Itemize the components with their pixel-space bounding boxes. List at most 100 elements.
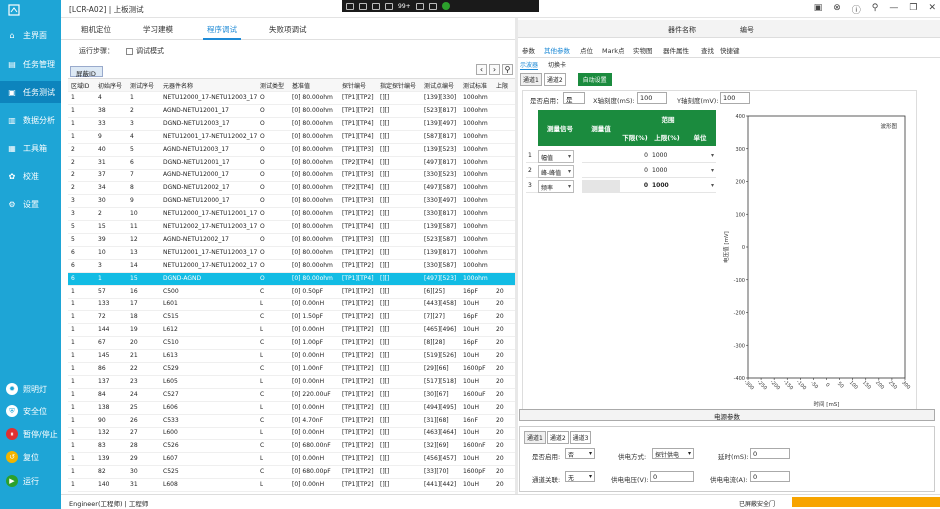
splitter[interactable]	[515, 18, 518, 494]
ps-delay-input[interactable]: 0	[750, 448, 790, 459]
table-row[interactable]: 3 30 9 DGND-NETU12000_17 O [0] 80.00ohm [TP1][…	[68, 195, 515, 209]
tab-fail-debug[interactable]: 失败项调试	[269, 24, 307, 35]
measure-signal-select[interactable]: 峰-峰值	[538, 165, 574, 178]
sheet-tab[interactable]: 屏蔽ID	[70, 66, 103, 78]
sidebar-action-lamp[interactable]: ✹ 照明灯	[0, 378, 61, 400]
table-row[interactable]: 1 132 27 L600 L [0] 0.00nH [TP1][TP2] [][] [463]…	[68, 427, 515, 441]
tab-coarse-position[interactable]: 粗机定位	[81, 24, 111, 35]
power-params-button[interactable]: 电源参数	[519, 409, 935, 421]
screen-icon[interactable]	[385, 2, 393, 10]
restore-icon[interactable]: ❐	[909, 3, 917, 16]
sidebar-item-test[interactable]: ▣ 任务测试	[0, 81, 61, 103]
ps-channel-2-tab[interactable]: 通道2	[546, 431, 569, 444]
network-icon[interactable]	[415, 2, 424, 10]
tab-param-2[interactable]: 点位	[580, 45, 593, 55]
info-icon[interactable]: ⊗	[833, 3, 841, 16]
measure-lower[interactable]: 0	[620, 180, 650, 193]
table-row[interactable]: 2 40 5 AGND-NETU12003_17 O [0] 80.00ohm [TP1][…	[68, 144, 515, 157]
table-row[interactable]: 1 137 23 L605 L [0] 0.00nH [TP1][TP2] [][] [517]…	[68, 376, 515, 389]
table-row[interactable]: 1 133 17 L601 L [0] 0.00nH [TP1][TP2] [][] [443]…	[68, 298, 515, 312]
table-row[interactable]: 5 15 11 NETU12002_17-NETU12003_17 O [0] 80.00…	[68, 221, 515, 234]
monitor-icon[interactable]	[346, 2, 354, 10]
next-sheet-button[interactable]: ›	[489, 64, 500, 75]
table-row[interactable]: 1 9 4 NETU12001_17-NETU12002_17 O [0] 80.00oh…	[68, 131, 515, 144]
table-row[interactable]: 2 37 7 AGND-NETU12000_17 O [0] 80.00ohm [TP1][…	[68, 169, 515, 183]
table-row[interactable]: 1 38 2 AGND-NETU12001_17 O [0] 80.00ohm [TP1][…	[68, 105, 515, 118]
tab-oscilloscope[interactable]: 示波器	[520, 62, 539, 70]
table-row[interactable]: 1 33 3 DGND-NETU12003_17 O [0] 80.00ohm [TP1][…	[68, 118, 515, 131]
ps-channel-3-tab[interactable]: 通道3	[569, 431, 592, 444]
table-row[interactable]: 1 86 22 C529 C [0] 1.00nF [TP1][TP2] [][] [29][6…	[68, 363, 515, 376]
y-scale-input[interactable]: 100	[720, 92, 750, 104]
x-scale-input[interactable]: 100	[637, 92, 667, 104]
auto-setup-button[interactable]: 自动设置	[577, 73, 612, 86]
channel-2-tab[interactable]: 通道2	[543, 73, 566, 86]
ps-assoc-select[interactable]: 无	[565, 471, 595, 482]
save-icon[interactable]: ▣	[814, 3, 823, 16]
table-row[interactable]: 6 1 15 DGND-AGND O [0] 80.00ohm [TP1][TP4] [][]…	[68, 272, 515, 286]
tab-param-6[interactable]: 查找	[701, 45, 714, 55]
measure-upper[interactable]: 1000	[650, 165, 684, 178]
table-row[interactable]: 1 84 24 C527 C [0] 220.00uF [TP1][TP2] [][] [30]…	[68, 389, 515, 402]
table-row[interactable]: 2 31 6 DGND-NETU12001_17 O [0] 80.00ohm [TP2][…	[68, 157, 515, 170]
debug-mode-checkbox[interactable]	[126, 47, 133, 55]
sidebar-item-calibrate[interactable]: ✿ 校准	[0, 165, 61, 187]
sidebar-item-settings[interactable]: ⚙ 设置	[0, 193, 61, 215]
enable-select[interactable]: 是	[563, 92, 585, 104]
table-row[interactable]: 1 57 16 C500 C [0] 0.50pF [TP1][TP2] [][] [6][25…	[68, 286, 515, 299]
table-row[interactable]: 3 2 10 NETU12000_17-NETU12001_17 O [0] 80.00o…	[68, 208, 515, 222]
measure-unit-select[interactable]	[684, 180, 716, 193]
sidebar-action-reset[interactable]: ↺ 复位	[0, 446, 61, 468]
table-row[interactable]: 1 83 28 C526 C [0] 680.00nF [TP1][TP2] [][] [32]…	[68, 440, 515, 454]
tab-switch-card[interactable]: 切换卡	[548, 62, 566, 69]
tab-program-debug[interactable]: 程序调试	[203, 24, 241, 40]
sidebar-item-chart[interactable]: ▥ 数据分析	[0, 109, 61, 131]
sidebar-item-home[interactable]: ⌂ 主界面	[0, 24, 61, 46]
measure-lower[interactable]: 0	[620, 150, 650, 163]
measure-unit-select[interactable]	[684, 150, 716, 163]
window-icon[interactable]	[359, 2, 367, 10]
measure-lower[interactable]: 0	[620, 165, 650, 178]
table-row[interactable]: 1 139 29 L607 L [0] 0.00nH [TP1][TP2] [][] [456]…	[68, 453, 515, 467]
measure-signal-select[interactable]: 幅值	[538, 150, 574, 163]
table-row[interactable]: 2 34 8 DGND-NETU12002_17 O [0] 80.00ohm [TP2][…	[68, 182, 515, 196]
tab-param-4[interactable]: 实物图	[633, 45, 653, 55]
search-icon[interactable]: ⚲	[872, 3, 879, 16]
sidebar-item-toolbox[interactable]: ▦ 工具箱	[0, 137, 61, 159]
sidebar-action-shield[interactable]: ⛨ 安全位	[0, 400, 61, 422]
measure-unit-select[interactable]	[684, 165, 716, 178]
table-row[interactable]: 1 140 31 L608 L [0] 0.00nH [TP1][TP2] [][] [441]…	[68, 479, 515, 492]
sidebar-item-task[interactable]: ▤ 任务管理	[0, 53, 61, 75]
tab-param-5[interactable]: 器件属性	[663, 45, 689, 55]
ps-current-input[interactable]: 0	[750, 471, 790, 482]
ps-mode-select[interactable]: 探针供电	[652, 448, 694, 459]
table-row[interactable]: 1 4 1 NETU12000_17-NETU12003_17 O [0] 80.00oh…	[68, 92, 515, 105]
ps-enable-select[interactable]: 否	[565, 448, 595, 459]
tab-learning[interactable]: 学习建模	[143, 24, 173, 35]
channel-1-tab[interactable]: 通道1	[520, 73, 542, 86]
ps-voltage-input[interactable]: 0	[650, 471, 694, 482]
table-row[interactable]: 1 145 21 L613 L [0] 0.00nH [TP1][TP2] [][] [519]…	[68, 350, 515, 363]
measure-upper[interactable]: 1000	[650, 150, 684, 163]
tab-param-3[interactable]: Mark点	[602, 45, 625, 55]
table-row[interactable]: 6 10 13 NETU12001_17-NETU12003_17 O [0] 80.00…	[68, 247, 515, 260]
table-row[interactable]: 5 39 12 AGND-NETU12002_17 O [0] 80.00ohm [TP1]…	[68, 234, 515, 247]
table-row[interactable]: 1 90 26 C533 C [0] 4.70nF [TP1][TP2] [][] [31][6…	[68, 415, 515, 428]
volume-icon[interactable]	[428, 2, 437, 10]
table-row[interactable]: 1 138 25 L606 L [0] 0.00nH [TP1][TP2] [][] [494]…	[68, 402, 515, 415]
table-row[interactable]: 1 144 19 L612 L [0] 0.00nH [TP1][TP2] [][] [465]…	[68, 324, 515, 338]
display-icon[interactable]	[372, 2, 380, 10]
table-row[interactable]: 1 72 18 C515 C [0] 1.50pF [TP1][TP2] [][] [7][27…	[68, 311, 515, 325]
table-row[interactable]: 6 3 14 NETU12000_17-NETU12002_17 O [0] 80.00o…	[68, 260, 515, 273]
grid-search-icon[interactable]: ⚲	[502, 64, 513, 75]
tab-param-7[interactable]: 快捷键	[720, 45, 740, 55]
tab-param-1[interactable]: 其他参数	[544, 45, 570, 55]
prev-sheet-button[interactable]: ‹	[476, 64, 487, 75]
table-row[interactable]: 1 67 20 C510 C [0] 1.00pF [TP1][TP2] [][] [8][28…	[68, 337, 515, 351]
ps-channel-1-tab[interactable]: 通道1	[524, 431, 546, 444]
sidebar-action-run[interactable]: ▶ 运行	[0, 470, 61, 492]
minimize-icon[interactable]: —	[889, 3, 898, 16]
help-icon[interactable]: ⓘ	[852, 3, 861, 16]
measure-upper[interactable]: 1000	[650, 180, 684, 193]
close-icon[interactable]: ✕	[928, 3, 936, 16]
